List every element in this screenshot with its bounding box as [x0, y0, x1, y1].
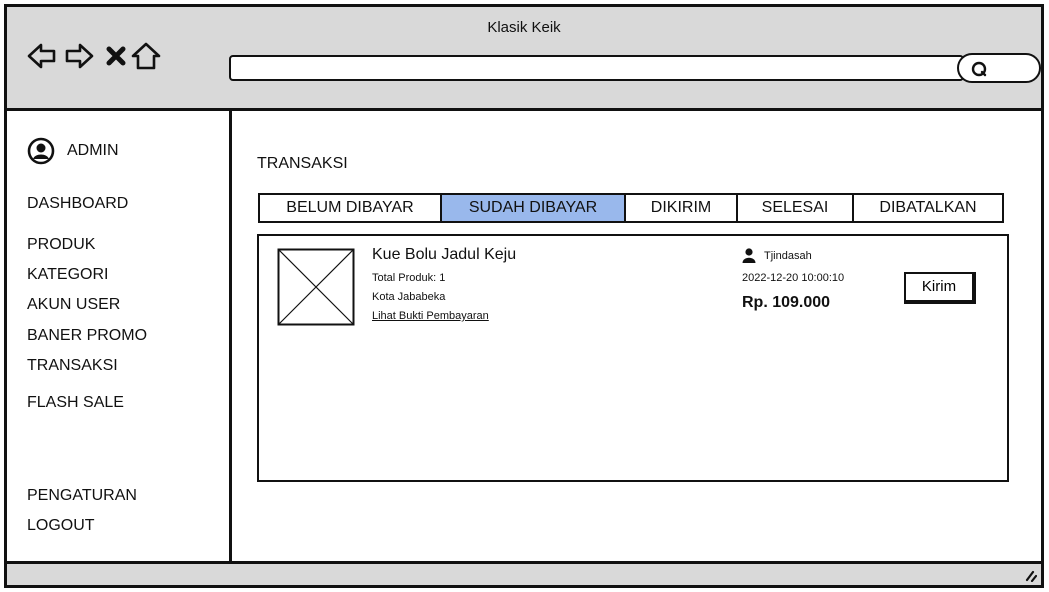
avatar-icon [27, 137, 55, 165]
total-products: Total Produk: 1 [372, 272, 446, 284]
status-tabs: BELUM DIBAYAR SUDAH DIBAYAR DIKIRIM SELE… [258, 193, 1004, 223]
tab-selesai[interactable]: SELESAI [738, 195, 854, 221]
status-bar [7, 561, 1041, 585]
title-bar: Klasik Keik [7, 7, 1041, 111]
arrow-left-icon[interactable] [27, 41, 57, 71]
payment-proof-link[interactable]: Lihat Bukti Pembayaran [372, 310, 489, 322]
main-content: TRANSAKSI BELUM DIBAYAR SUDAH DIBAYAR DI… [232, 111, 1044, 561]
sidebar-item-akun-user[interactable]: AKUN USER [27, 296, 120, 314]
home-icon[interactable] [131, 41, 161, 71]
buyer-info: Tjindasah [742, 248, 812, 263]
sidebar-item-transaksi[interactable]: TRANSAKSI [27, 357, 118, 375]
order-datetime: 2022-12-20 10:00:10 [742, 272, 845, 284]
search-icon [971, 61, 987, 77]
sidebar: ADMIN DASHBOARD PRODUK KATEGORI AKUN USE… [7, 111, 232, 561]
address-bar[interactable] [229, 55, 964, 81]
sidebar-item-produk[interactable]: PRODUK [27, 236, 95, 254]
kirim-button[interactable]: Kirim [904, 272, 976, 304]
browser-window: Klasik Keik ADMIN DASHBOARD PRODUK KATEG… [4, 4, 1044, 588]
order-card: Kue Bolu Jadul Keju Total Produk: 1 Kota… [257, 234, 1009, 482]
resize-grip-icon[interactable] [1021, 566, 1037, 582]
sidebar-item-dashboard[interactable]: DASHBOARD [27, 195, 128, 213]
tab-dikirim[interactable]: DIKIRIM [626, 195, 738, 221]
tab-belum-dibayar[interactable]: BELUM DIBAYAR [260, 195, 442, 221]
shipping-city: Kota Jababeka [372, 291, 446, 303]
sidebar-item-flash-sale[interactable]: FLASH SALE [27, 394, 124, 412]
window-title: Klasik Keik [487, 19, 561, 36]
sidebar-item-pengaturan[interactable]: PENGATURAN [27, 487, 137, 505]
product-name: Kue Bolu Jadul Keju [372, 246, 517, 263]
sidebar-item-logout[interactable]: LOGOUT [27, 517, 95, 535]
image-placeholder-icon [277, 248, 355, 326]
arrow-right-icon[interactable] [64, 41, 94, 71]
buyer-name: Tjindasah [764, 249, 812, 262]
search-box[interactable] [957, 53, 1041, 83]
admin-name: ADMIN [67, 142, 119, 159]
sidebar-item-baner-promo[interactable]: BANER PROMO [27, 327, 147, 345]
page-title: TRANSAKSI [257, 155, 348, 172]
sidebar-item-kategori[interactable]: KATEGORI [27, 266, 109, 284]
tab-sudah-dibayar[interactable]: SUDAH DIBAYAR [442, 195, 626, 221]
close-icon[interactable] [101, 41, 131, 71]
order-price: Rp. 109.000 [742, 294, 831, 311]
admin-profile[interactable]: ADMIN [27, 137, 119, 165]
user-icon [742, 248, 756, 263]
tab-dibatalkan[interactable]: DIBATALKAN [854, 195, 1002, 221]
